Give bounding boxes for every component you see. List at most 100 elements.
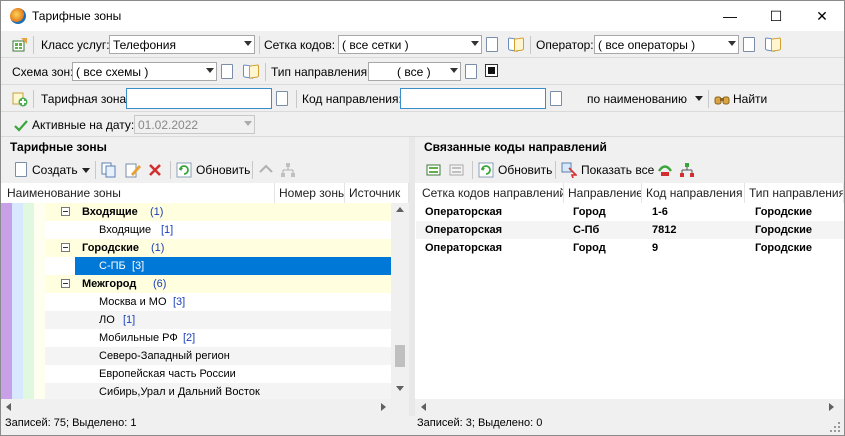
zone-name: Северо-Западный регион	[99, 350, 230, 362]
book-icon[interactable]	[243, 65, 259, 77]
column-header-code-grid[interactable]: Сетка кодов направлений	[415, 183, 564, 203]
refresh-button[interactable]: Обновить	[196, 160, 250, 180]
tree-item-row[interactable]: ЛО [1]	[45, 311, 391, 329]
tree-group-row[interactable]: Межгород (6)	[45, 275, 391, 293]
tree-item-row[interactable]: Сибирь,Урал и Дальний Восток	[45, 383, 391, 399]
tree-item-row-selected[interactable]: С-ПБ [3]	[75, 257, 391, 275]
separator	[252, 161, 253, 179]
separator	[530, 36, 531, 54]
separator	[265, 63, 266, 81]
column-header-zone-number[interactable]: Номер зоны	[275, 183, 345, 203]
scroll-right-icon[interactable]	[829, 403, 834, 411]
separator	[259, 36, 260, 54]
operator-select[interactable]: ( все операторы )	[594, 35, 739, 54]
clear-filter-icon[interactable]	[485, 64, 498, 77]
collapse-icon[interactable]	[61, 207, 70, 216]
zones-tree-grid: Наименование зоны Номер зоны Источник Вх…	[1, 183, 409, 399]
document-icon[interactable]	[743, 37, 755, 52]
minimize-button[interactable]: —	[707, 1, 753, 31]
left-horizontal-scrollbar[interactable]	[1, 399, 409, 415]
column-header-direction-code[interactable]: Код направления	[642, 183, 745, 203]
column-header-source[interactable]: Источник	[345, 183, 409, 203]
tree-item-row[interactable]: Мобильные РФ [2]	[45, 329, 391, 347]
binoculars-icon[interactable]	[714, 92, 730, 108]
right-toolbar: Обновить Показать все	[415, 157, 844, 183]
tree-group-row[interactable]: Городские (1)	[45, 239, 391, 257]
search-mode-select[interactable]: по наименованию	[587, 92, 687, 106]
direction-type-select[interactable]: ( все )	[368, 62, 461, 81]
zone-name: С-ПБ	[99, 260, 126, 272]
hierarchy-icon[interactable]	[679, 162, 695, 178]
zone-name: Мобильные РФ	[99, 332, 178, 344]
book-icon[interactable]	[508, 38, 524, 50]
close-button[interactable]: ✕	[799, 1, 845, 31]
right-refresh-button[interactable]: Обновить	[498, 160, 552, 180]
table-row[interactable]: Операторская С-Пб 7812 Городские	[416, 221, 844, 239]
scroll-left-icon[interactable]	[421, 403, 426, 411]
document-icon[interactable]	[486, 37, 498, 52]
zone-name: Сибирь,Урал и Дальний Восток	[99, 386, 260, 398]
tariff-zone-input[interactable]	[126, 88, 272, 109]
delete-icon[interactable]	[147, 162, 163, 178]
filter-row-1: Класс услуг: Телефония Сетка кодов: ( вс…	[1, 32, 844, 58]
scroll-right-icon[interactable]	[381, 403, 386, 411]
scroll-left-icon[interactable]	[6, 403, 11, 411]
checkmark-icon[interactable]	[13, 118, 29, 134]
filter-row-2: Схема зон: ( все схемы ) Тип направления…	[1, 59, 844, 85]
cell-direction-code: 1-6	[652, 206, 668, 218]
chevron-down-icon[interactable]	[82, 168, 90, 173]
refresh-icon	[478, 162, 494, 178]
remove-code-icon[interactable]	[449, 162, 465, 178]
show-all-button[interactable]: Показать все	[581, 160, 654, 180]
document-icon[interactable]	[465, 64, 477, 79]
code-grid-label: Сетка кодов:	[264, 38, 336, 52]
separator	[33, 36, 34, 54]
zone-scheme-select[interactable]: ( все схемы )	[72, 62, 217, 81]
move-up-icon[interactable]	[258, 162, 274, 178]
tree-item-row[interactable]: Москва и МО [3]	[45, 293, 391, 311]
tree-item-row[interactable]: Европейская часть России	[45, 365, 391, 383]
service-class-select[interactable]: Телефония	[109, 35, 255, 54]
active-on-date-picker[interactable]: 01.02.2022	[134, 115, 255, 134]
edit-icon[interactable]	[125, 162, 141, 178]
find-button[interactable]: Найти	[733, 92, 767, 106]
grid-settings-icon[interactable]	[12, 37, 28, 53]
direction-code-input[interactable]	[400, 88, 546, 109]
resize-grip-icon[interactable]	[829, 421, 841, 433]
maximize-button[interactable]: ☐	[753, 1, 799, 31]
tree-group-row[interactable]: Входящие (1)	[45, 203, 391, 221]
right-horizontal-scrollbar[interactable]	[415, 399, 844, 415]
document-icon[interactable]	[221, 64, 233, 79]
left-vertical-scrollbar[interactable]	[391, 203, 409, 399]
link-phone-icon[interactable]	[657, 162, 673, 178]
direction-code-label: Код направления:	[302, 92, 402, 106]
add-code-icon[interactable]	[426, 162, 442, 178]
tree-item-row[interactable]: Северо-Западный регион	[45, 347, 391, 365]
create-button[interactable]: Создать	[32, 160, 78, 180]
column-header-direction-type[interactable]: Тип направления	[745, 183, 844, 203]
table-row[interactable]: Операторская Город 9 Городские	[416, 239, 844, 257]
collapse-icon[interactable]	[61, 243, 70, 252]
cell-direction-code: 7812	[652, 224, 677, 236]
copy-icon[interactable]	[101, 162, 117, 178]
level-stripe	[1, 203, 12, 399]
document-icon[interactable]	[550, 91, 562, 106]
collapse-icon[interactable]	[61, 279, 70, 288]
separator	[472, 161, 473, 179]
separator	[296, 90, 297, 108]
chevron-down-icon[interactable]	[695, 96, 703, 101]
column-header-zone-name[interactable]: Наименование зоны	[1, 183, 275, 203]
add-zone-icon[interactable]	[12, 91, 28, 107]
chevron-down-icon	[728, 41, 736, 46]
scroll-thumb[interactable]	[395, 345, 405, 367]
scroll-up-icon[interactable]	[396, 207, 404, 212]
book-icon[interactable]	[765, 38, 781, 50]
table-row[interactable]: Операторская Город 1-6 Городские	[416, 203, 844, 221]
column-header-direction[interactable]: Направление	[564, 183, 642, 203]
document-icon[interactable]	[276, 91, 288, 106]
tree-item-row[interactable]: Входящие [1]	[45, 221, 391, 239]
hierarchy-icon[interactable]	[280, 162, 296, 178]
scroll-down-icon[interactable]	[396, 386, 404, 391]
show-all-icon	[561, 162, 577, 178]
code-grid-select[interactable]: ( все сетки )	[338, 35, 482, 54]
